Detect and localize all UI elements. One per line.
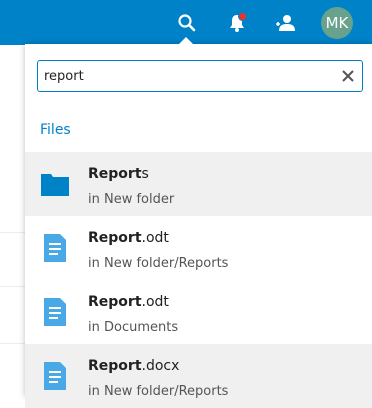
document-icon xyxy=(44,234,66,262)
search-input[interactable] xyxy=(44,65,334,87)
result-match: Report xyxy=(88,294,142,310)
unified-search-dropdown: Files Reports in New folder Report.odt i… xyxy=(25,44,372,408)
result-title: Report.odt xyxy=(88,294,169,310)
close-icon[interactable] xyxy=(342,70,354,82)
result-title: Reports xyxy=(88,166,149,182)
background-divider xyxy=(0,343,26,344)
search-result-item[interactable]: Report.odt in New folder/Reports xyxy=(25,216,372,280)
search-result-item[interactable]: Report.odt in Documents xyxy=(25,280,372,344)
result-match: Report xyxy=(88,166,142,182)
result-title: Report.docx xyxy=(88,358,179,374)
search-result-item[interactable]: Report.docx in New folder/Reports xyxy=(25,344,372,408)
folder-icon xyxy=(41,174,69,196)
dropdown-caret xyxy=(178,37,194,45)
avatar[interactable]: MK xyxy=(321,7,353,39)
result-location: in Documents xyxy=(88,320,179,335)
result-location: in New folder/Reports xyxy=(88,256,229,271)
section-title-files[interactable]: Files xyxy=(40,122,71,138)
result-match: Report xyxy=(88,230,142,246)
document-icon xyxy=(44,298,66,326)
result-title: Report.odt xyxy=(88,230,169,246)
result-rest: .odt xyxy=(141,230,169,246)
result-rest: .docx xyxy=(141,358,180,374)
search-icon[interactable] xyxy=(175,11,199,35)
result-rest: s xyxy=(141,166,149,182)
search-result-item[interactable]: Reports in New folder xyxy=(25,152,372,216)
notification-dot xyxy=(238,12,247,21)
document-icon xyxy=(44,362,66,390)
background-divider xyxy=(0,286,26,287)
result-location: in New folder xyxy=(88,192,175,207)
contacts-icon[interactable] xyxy=(274,11,298,35)
search-field xyxy=(37,60,363,92)
result-match: Report xyxy=(88,358,142,374)
result-rest: .odt xyxy=(141,294,169,310)
background-divider xyxy=(0,232,26,233)
